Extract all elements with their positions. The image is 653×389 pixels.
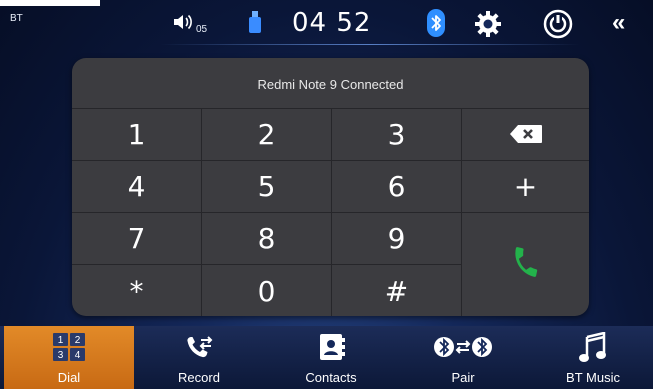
key-8[interactable]: 8 <box>202 213 332 265</box>
key-4[interactable]: 4 <box>72 161 202 213</box>
key-2[interactable]: 2 <box>202 109 332 161</box>
tab-contacts[interactable]: Contacts <box>266 326 396 389</box>
bluetooth-icon <box>427 9 445 42</box>
key-star[interactable]: * <box>72 265 202 316</box>
phone-call-icon <box>509 245 543 286</box>
key-6[interactable]: 6 <box>332 161 462 213</box>
power-icon[interactable] <box>543 9 573 44</box>
bottom-tab-bar: 12 34 Dial Record Contacts Pair BT Music <box>0 326 653 389</box>
back-chevron-icon[interactable]: « <box>612 11 625 35</box>
plus-button[interactable]: + <box>462 161 589 213</box>
clock: 04 52 <box>292 8 372 38</box>
svg-text:1: 1 <box>58 335 64 346</box>
key-0[interactable]: 0 <box>202 265 332 316</box>
svg-text:4: 4 <box>75 350 81 361</box>
dialpad-icon: 12 34 <box>4 332 134 362</box>
speaker-icon <box>172 12 194 37</box>
tab-pair-label: Pair <box>451 370 475 385</box>
call-button[interactable] <box>462 213 589 316</box>
key-hash[interactable]: # <box>332 265 462 316</box>
backspace-button[interactable] <box>462 109 589 161</box>
mode-label: BT <box>10 13 23 24</box>
svg-text:3: 3 <box>58 350 64 361</box>
connection-status: Redmi Note 9 Connected <box>72 58 589 109</box>
tab-record-label: Record <box>178 370 220 385</box>
tab-bt-music[interactable]: BT Music <box>528 326 653 389</box>
tab-contacts-label: Contacts <box>305 370 357 385</box>
contacts-icon <box>266 332 396 362</box>
keypad-grid: 1 2 3 4 5 6 + 7 8 9 * 0 # <box>72 109 589 316</box>
tab-pair[interactable]: Pair <box>398 326 528 389</box>
key-1[interactable]: 1 <box>72 109 202 161</box>
dialpad-panel: Redmi Note 9 Connected 1 2 3 4 5 6 + 7 8… <box>72 58 589 316</box>
backspace-icon <box>509 118 543 151</box>
music-note-icon <box>528 332 653 364</box>
key-9[interactable]: 9 <box>332 213 462 265</box>
tab-dial-label: Dial <box>57 370 81 385</box>
volume-level: 05 <box>196 24 208 35</box>
tab-record[interactable]: Record <box>134 326 264 389</box>
volume-control[interactable]: 05 <box>172 12 207 37</box>
header-divider <box>160 44 580 45</box>
tab-bt-music-label: BT Music <box>566 370 620 385</box>
call-log-icon <box>134 332 264 362</box>
key-5[interactable]: 5 <box>202 161 332 213</box>
bluetooth-pair-icon <box>398 332 528 362</box>
tab-dial[interactable]: 12 34 Dial <box>4 326 134 389</box>
settings-gear-icon[interactable] <box>473 9 503 44</box>
status-bar: BT 05 04 52 « <box>0 0 653 48</box>
key-7[interactable]: 7 <box>72 213 202 265</box>
usb-icon <box>248 10 262 39</box>
svg-text:2: 2 <box>75 335 81 346</box>
key-3[interactable]: 3 <box>332 109 462 161</box>
